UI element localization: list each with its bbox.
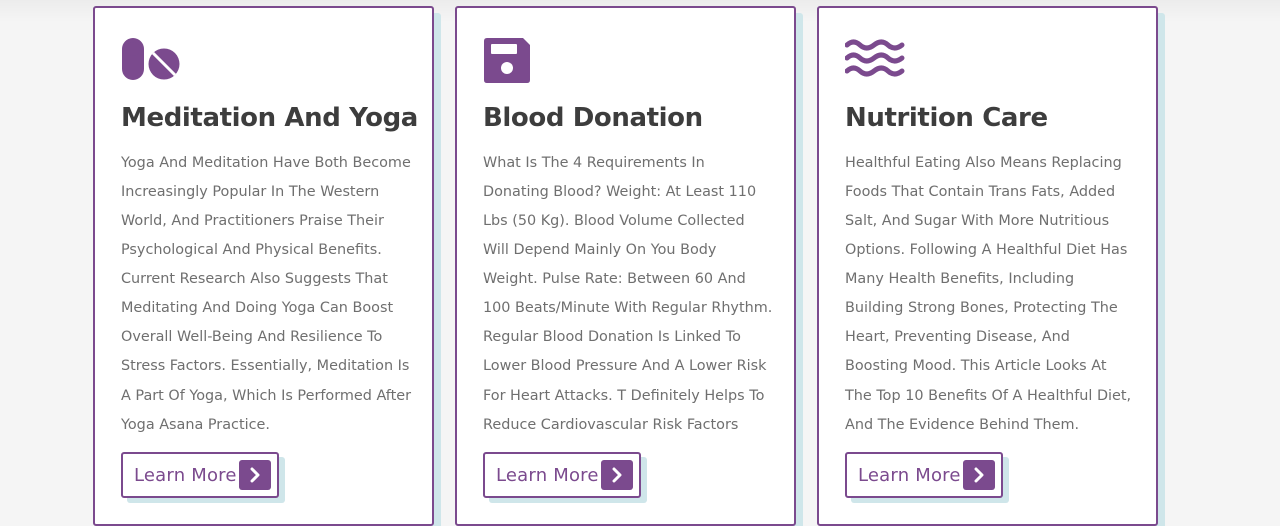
chevron-right-icon [963,460,995,490]
card-title: Blood Donation [483,103,703,133]
learn-more-label: Learn More [496,464,599,486]
card-title: Nutrition Care [845,103,1048,133]
floppy-disk-icon [484,38,530,83]
learn-more-label: Learn More [134,464,237,486]
chevron-right-icon [239,460,271,490]
service-cards: Meditation And Yoga Yoga And Meditation … [93,6,1158,526]
card-description: What Is The 4 Requirements In Donating B… [483,154,773,433]
learn-more-button[interactable]: Learn More [483,452,641,498]
card-nutrition-care: Nutrition Care Healthful Eating Also Mea… [817,6,1158,526]
learn-more-label: Learn More [858,464,961,486]
chevron-right-icon [601,460,633,490]
card-description: Healthful Eating Also Means Replacing Fo… [845,154,1132,433]
learn-more-button[interactable]: Learn More [121,452,279,498]
card-description: Yoga And Meditation Have Both Become Inc… [121,154,412,433]
pills-icon [122,38,180,80]
card-title: Meditation And Yoga [121,103,418,133]
card-blood-donation: Blood Donation What Is The 4 Requirement… [455,6,796,526]
water-waves-icon [845,39,905,77]
card-meditation-yoga: Meditation And Yoga Yoga And Meditation … [93,6,434,526]
learn-more-button[interactable]: Learn More [845,452,1003,498]
